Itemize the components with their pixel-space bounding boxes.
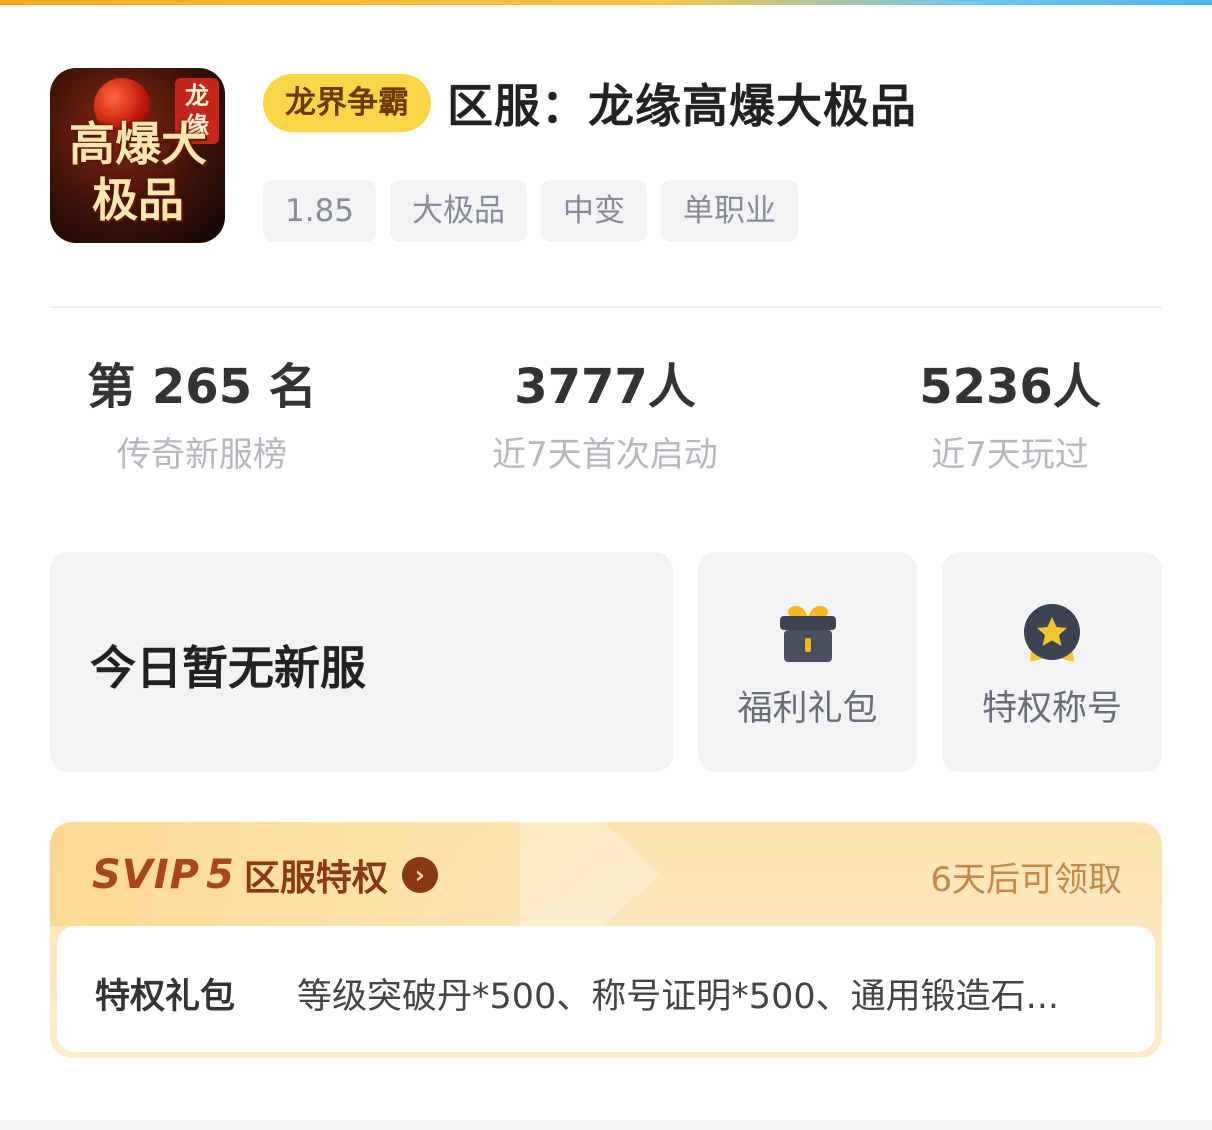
svip-header[interactable]: SVIP 5 区服特权 › — [92, 850, 438, 900]
top-accent-bar — [0, 0, 1212, 5]
divider — [50, 306, 1162, 308]
tag-list: 1.85 大极品 中变 单职业 — [263, 180, 799, 242]
privilege-title-label: 特权称号 — [981, 689, 1122, 729]
game-icon-title: 高爆大极品 — [69, 117, 207, 227]
tag-variant: 中变 — [541, 180, 648, 242]
svip-claim-status: 6天后可领取 — [930, 860, 1122, 900]
svip-gift-contents: 等级突破丹*500、称号证明*500、通用锻造石... — [297, 977, 1059, 1017]
gift-box-icon — [779, 606, 836, 662]
stats-row: 第 265 名 传奇新服榜 3777人 近7天首次启动 5236人 近7天玩过 — [50, 355, 1162, 485]
brand-chip[interactable]: 龙界争霸 — [263, 74, 431, 132]
stat-value: 第 265 名 — [87, 359, 317, 415]
svip-gift-label: 特权礼包 — [95, 977, 236, 1017]
stat-first-launch: 3777人 近7天首次启动 — [425, 355, 785, 477]
svip-gift-row[interactable]: 特权礼包 等级突破丹*500、称号证明*500、通用锻造石... — [57, 926, 1155, 1052]
privilege-title-card[interactable]: 特权称号 — [942, 552, 1162, 772]
stat-ranking[interactable]: 第 265 名 传奇新服榜 — [22, 355, 382, 477]
welfare-gift-label: 福利礼包 — [737, 689, 878, 729]
new-server-card[interactable]: 今日暂无新服 — [50, 552, 673, 772]
svip-level: 5 — [205, 852, 234, 898]
stat-label: 传奇新服榜 — [117, 435, 287, 475]
svip-name: 区服特权 — [243, 858, 388, 899]
tag-class: 单职业 — [661, 180, 799, 242]
welfare-gift-card[interactable]: 福利礼包 — [698, 552, 917, 772]
stat-label: 近7天玩过 — [931, 435, 1089, 475]
stat-label: 近7天首次启动 — [492, 435, 718, 475]
stat-played: 5236人 近7天玩过 — [830, 355, 1190, 477]
stat-value: 3777人 — [514, 359, 696, 415]
title-row: 龙界争霸 区服：龙缘高爆大极品 — [263, 72, 917, 134]
svip-banner-shine — [520, 822, 660, 926]
server-title: 区服：龙缘高爆大极品 — [447, 79, 917, 133]
tag-item-quality: 大极品 — [390, 180, 528, 242]
game-header: 龙缘 高爆大极品 龙界争霸 区服：龙缘高爆大极品 1.85 大极品 中变 单职业 — [50, 68, 1162, 244]
game-icon[interactable]: 龙缘 高爆大极品 — [50, 68, 225, 243]
svip-privilege-panel[interactable]: SVIP 5 区服特权 › 6天后可领取 特权礼包 等级突破丹*500、称号证明… — [50, 822, 1162, 1058]
new-server-text: 今日暂无新服 — [90, 641, 366, 695]
tag-version: 1.85 — [263, 180, 377, 242]
stat-value: 5236人 — [919, 359, 1101, 415]
bottom-divider — [0, 1120, 1212, 1130]
star-medal-icon — [1024, 604, 1080, 662]
chevron-right-icon[interactable]: › — [401, 857, 438, 893]
svip-logo: SVIP — [92, 852, 200, 898]
